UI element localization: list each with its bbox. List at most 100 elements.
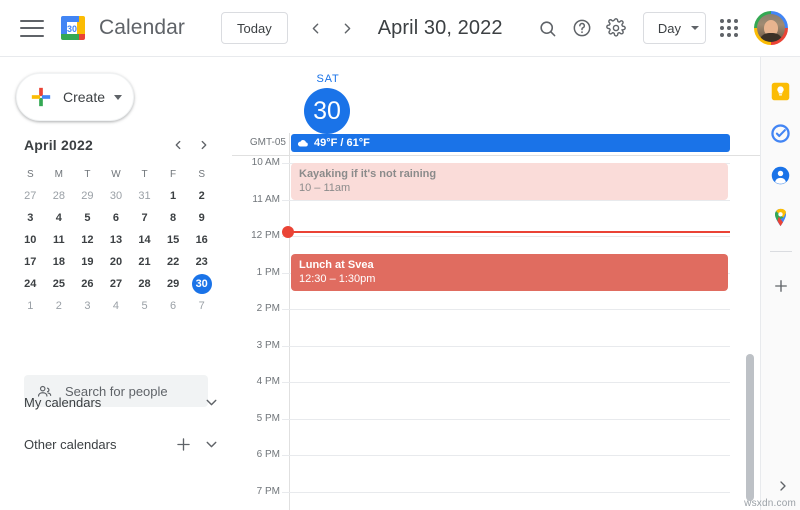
calendar-event[interactable]: Kayaking if it's not raining10 – 11am (291, 163, 728, 200)
mini-calendar-day[interactable]: 22 (159, 251, 188, 273)
rail-divider (770, 251, 792, 252)
mini-calendar-day[interactable]: 7 (187, 295, 216, 317)
mini-calendar-day[interactable]: 27 (16, 185, 45, 207)
today-button[interactable]: Today (221, 12, 288, 44)
other-calendars-section[interactable]: Other calendars (24, 429, 220, 459)
mini-calendar-day[interactable]: 14 (130, 229, 159, 251)
mini-calendar-day[interactable]: 8 (159, 207, 188, 229)
view-selector[interactable]: Day (643, 12, 706, 44)
hour-tick (282, 492, 289, 493)
hour-gridline (289, 236, 730, 237)
create-button[interactable]: Create (16, 73, 134, 121)
mini-calendar-day-number: 16 (192, 230, 212, 250)
mini-calendar-day-number: 19 (77, 252, 97, 272)
expand-side-panel-button[interactable] (775, 478, 791, 494)
my-calendars-actions (203, 394, 220, 411)
mini-calendar-day[interactable]: 30 (102, 185, 131, 207)
mini-calendar-day[interactable]: 29 (159, 273, 188, 295)
mini-calendar-day[interactable]: 3 (16, 207, 45, 229)
mini-calendar-day[interactable]: 21 (130, 251, 159, 273)
mini-calendar-day[interactable]: 31 (130, 185, 159, 207)
calendar-event[interactable]: Lunch at Svea12:30 – 1:30pm (291, 254, 728, 291)
chevron-right-icon (775, 478, 791, 494)
plus-icon[interactable] (174, 435, 193, 454)
mini-calendar-day[interactable]: 12 (73, 229, 102, 251)
hour-tick (282, 419, 289, 420)
chevron-down-icon[interactable] (203, 436, 220, 453)
mini-calendar-day[interactable]: 3 (73, 295, 102, 317)
hour-gridline (289, 419, 730, 420)
mini-calendar-day[interactable]: 23 (187, 251, 216, 273)
settings-button[interactable] (599, 11, 633, 45)
hour-label: 3 PM (232, 340, 280, 351)
mini-calendar-day-number: 30 (106, 186, 126, 206)
mini-calendar-day[interactable]: 5 (130, 295, 159, 317)
weather-chip[interactable]: 49°F / 61°F (291, 134, 730, 152)
next-day-button[interactable] (332, 12, 364, 44)
mini-calendar-day[interactable]: 24 (16, 273, 45, 295)
time-grid[interactable]: 10 AM11 AM12 PM1 PM2 PM3 PM4 PM5 PM6 PM7… (232, 156, 760, 510)
mini-calendar-weekday-1: M (45, 163, 74, 185)
vertical-scrollbar[interactable] (746, 354, 754, 501)
mini-calendar-day-number: 6 (106, 208, 126, 228)
mini-calendar-day[interactable]: 4 (102, 295, 131, 317)
mini-calendar-day[interactable]: 26 (73, 273, 102, 295)
support-button[interactable] (565, 11, 599, 45)
previous-day-button[interactable] (300, 12, 332, 44)
mini-calendar-week: 17181920212223 (16, 251, 216, 273)
mini-calendar-day[interactable]: 6 (102, 207, 131, 229)
mini-calendar-day[interactable]: 9 (187, 207, 216, 229)
mini-calendar-day[interactable]: 17 (16, 251, 45, 273)
mini-calendar-day[interactable]: 20 (102, 251, 131, 273)
mini-calendar-day[interactable]: 2 (187, 185, 216, 207)
mini-calendar-day[interactable]: 11 (45, 229, 74, 251)
apps-grid-icon[interactable] (712, 11, 746, 45)
mini-calendar-day[interactable]: 29 (73, 185, 102, 207)
mini-calendar-day[interactable]: 30 (187, 273, 216, 295)
mini-calendar-day[interactable]: 15 (159, 229, 188, 251)
google-keep-icon[interactable] (769, 79, 793, 103)
avatar[interactable] (754, 11, 788, 45)
mini-calendar-day[interactable]: 19 (73, 251, 102, 273)
mini-calendar-day[interactable]: 16 (187, 229, 216, 251)
timezone-label: GMT-05 (238, 137, 286, 148)
hour-label: 6 PM (232, 449, 280, 460)
google-tasks-icon[interactable] (769, 121, 793, 145)
mini-calendar-navs (166, 133, 216, 157)
mini-calendar-day[interactable]: 25 (45, 273, 74, 295)
avatar-image (757, 14, 785, 42)
day-of-week-label[interactable]: SAT (300, 73, 356, 85)
chevron-left-icon (171, 138, 185, 152)
mini-calendar-day-number: 3 (77, 296, 97, 316)
mini-calendar-day-number: 7 (192, 296, 212, 316)
chevron-down-icon[interactable] (203, 394, 220, 411)
add-side-panel-app-button[interactable] (769, 274, 793, 298)
my-calendars-section[interactable]: My calendars (24, 387, 220, 417)
mini-calendar-day[interactable]: 1 (16, 295, 45, 317)
mini-calendar-day-number: 31 (135, 186, 155, 206)
mini-calendar-day[interactable]: 1 (159, 185, 188, 207)
mini-calendar-day[interactable]: 27 (102, 273, 131, 295)
mini-calendar-day[interactable]: 2 (45, 295, 74, 317)
search-button[interactable] (531, 11, 565, 45)
hamburger-menu-icon[interactable] (20, 20, 44, 37)
other-calendars-actions (174, 435, 220, 454)
mini-calendar-next-button[interactable] (192, 133, 216, 157)
mini-calendar-day[interactable]: 4 (45, 207, 74, 229)
mini-calendar-prev-button[interactable] (166, 133, 190, 157)
mini-calendar-day-number: 17 (20, 252, 40, 272)
google-maps-icon[interactable] (769, 205, 793, 229)
mini-calendar-day[interactable]: 10 (16, 229, 45, 251)
mini-calendar-day[interactable]: 18 (45, 251, 74, 273)
mini-calendar-day[interactable]: 5 (73, 207, 102, 229)
mini-calendar-day-number: 1 (20, 296, 40, 316)
mini-calendar-day[interactable]: 28 (130, 273, 159, 295)
day-number-button[interactable]: 30 (304, 88, 350, 134)
google-calendar-logo-icon[interactable]: 30 (58, 13, 88, 43)
google-contacts-icon[interactable] (769, 163, 793, 187)
mini-calendar-day[interactable]: 28 (45, 185, 74, 207)
mini-calendar-day[interactable]: 7 (130, 207, 159, 229)
mini-calendar-day[interactable]: 6 (159, 295, 188, 317)
other-calendars-label: Other calendars (24, 437, 117, 452)
mini-calendar-day[interactable]: 13 (102, 229, 131, 251)
